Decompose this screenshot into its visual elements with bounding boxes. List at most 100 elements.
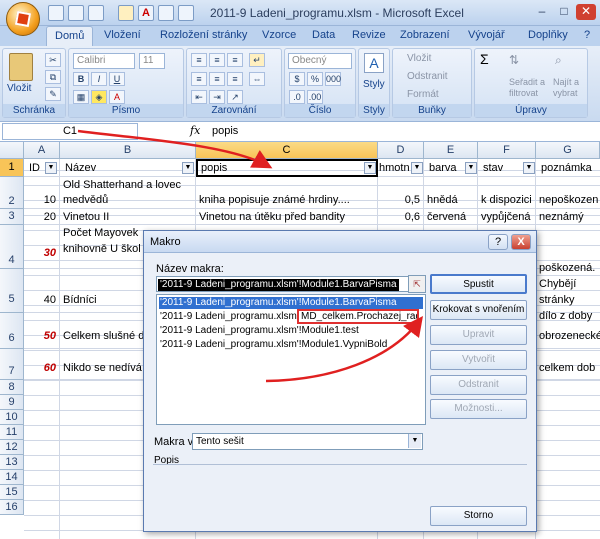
tab-vyvojar[interactable]: Vývojář bbox=[468, 29, 505, 41]
bold-button[interactable]: B bbox=[73, 72, 89, 86]
tab-zobrazeni[interactable]: Zobrazení bbox=[400, 29, 450, 41]
cell-b6[interactable]: Celkem slušné d bbox=[60, 330, 147, 342]
filter-dropdown-icon[interactable]: ▼ bbox=[411, 162, 423, 174]
paste-button[interactable]: Vložit bbox=[7, 83, 31, 94]
align-right-icon[interactable]: ≡ bbox=[227, 72, 243, 86]
cell-e1[interactable]: barva bbox=[426, 162, 460, 174]
step-into-button[interactable]: Krokovat s vnořením bbox=[430, 300, 527, 320]
cell-b4-line1[interactable]: Počet Mayovek bbox=[60, 227, 141, 239]
align-center-icon[interactable]: ≡ bbox=[209, 72, 225, 86]
formula-input[interactable]: popis bbox=[212, 125, 238, 137]
close-icon[interactable]: ✕ bbox=[576, 4, 596, 20]
zoom-icon[interactable] bbox=[158, 5, 174, 21]
tab-vzorce[interactable]: Vzorce bbox=[262, 29, 296, 41]
collapse-dialog-icon[interactable]: ⇱ bbox=[408, 275, 426, 293]
row-header[interactable]: 6 bbox=[0, 313, 24, 349]
run-button[interactable]: Spustit bbox=[430, 274, 527, 294]
cell-a1[interactable]: ID bbox=[26, 162, 43, 174]
cell-g5-line1[interactable]: stránky bbox=[536, 294, 600, 306]
cell-d3[interactable]: 0,6 bbox=[378, 211, 423, 223]
format-painter-icon[interactable]: ✎ bbox=[45, 87, 61, 101]
macro-record-icon[interactable] bbox=[118, 5, 134, 21]
cell-c2[interactable]: kniha popisuje známé hrdiny.... bbox=[196, 194, 377, 206]
tab-vlozeni[interactable]: Vložení bbox=[104, 29, 141, 41]
cell-g2[interactable]: nepoškozen bbox=[536, 194, 600, 206]
align-bottom-icon[interactable]: ≡ bbox=[227, 53, 243, 67]
tab-domu[interactable]: Domů bbox=[46, 26, 94, 46]
insert-cells-button[interactable]: Vložit bbox=[407, 53, 431, 64]
font-size-field[interactable]: 11 bbox=[139, 53, 165, 69]
name-box[interactable]: C1 bbox=[2, 123, 138, 140]
redo-icon[interactable] bbox=[88, 5, 104, 21]
cell-a2[interactable]: 10 bbox=[24, 194, 59, 206]
cell-e3[interactable]: červená bbox=[424, 211, 477, 223]
column-header-c[interactable]: C bbox=[196, 142, 378, 159]
cell-b5[interactable]: Bídníci bbox=[60, 294, 100, 306]
chevron-down-icon[interactable]: ▼ bbox=[408, 434, 421, 448]
macro-list-item[interactable]: '2011-9 Ladeni_programu.xlsm'!Module1.te… bbox=[159, 325, 423, 337]
cell-f1[interactable]: stav bbox=[480, 162, 506, 174]
macro-name-input[interactable]: '2011-9 Ladeni_programu.xlsm'!Module1.Ba… bbox=[156, 276, 409, 292]
filter-dropdown-icon[interactable]: ▼ bbox=[45, 162, 57, 174]
format-cells-button[interactable]: Formát bbox=[407, 89, 439, 100]
select-all-corner[interactable] bbox=[0, 142, 24, 159]
row-header[interactable]: 1 bbox=[0, 159, 24, 177]
border-icon[interactable]: ▦ bbox=[73, 90, 89, 104]
cancel-button[interactable]: Storno bbox=[430, 506, 527, 526]
sort-filter-button[interactable]: Seřadit a filtrovat bbox=[509, 77, 553, 99]
undo-icon[interactable] bbox=[68, 5, 84, 21]
cell-b4-line2[interactable]: knihovně U škol bbox=[60, 243, 144, 255]
column-header-b[interactable]: B bbox=[60, 142, 196, 159]
cell-g5-line2[interactable]: dílo z doby bbox=[536, 310, 600, 322]
macros-in-select[interactable]: Tento sešit bbox=[192, 433, 423, 450]
cell-c1[interactable]: popis bbox=[198, 162, 230, 174]
filter-dropdown-icon[interactable]: ▼ bbox=[364, 162, 376, 174]
paste-icon[interactable] bbox=[9, 53, 33, 81]
cell-e2[interactable]: hnědá bbox=[424, 194, 477, 206]
row-header[interactable]: 11 bbox=[0, 425, 24, 440]
dialog-close-button[interactable]: X bbox=[511, 234, 531, 250]
copy-icon[interactable]: ⧉ bbox=[45, 70, 61, 84]
cell-b3[interactable]: Vinetou II bbox=[60, 211, 112, 223]
filter-dropdown-icon[interactable]: ▼ bbox=[523, 162, 535, 174]
align-left-icon[interactable]: ≡ bbox=[191, 72, 207, 86]
cell-d2[interactable]: 0,5 bbox=[378, 194, 423, 206]
quick-access-icon[interactable] bbox=[178, 5, 194, 21]
macro-list[interactable]: '2011-9 Ladeni_programu.xlsm'!Module1.Ba… bbox=[156, 294, 426, 425]
help-icon[interactable]: ? bbox=[584, 29, 590, 41]
text-color-icon[interactable]: A bbox=[109, 90, 125, 104]
thousands-icon[interactable]: 000 bbox=[325, 72, 341, 86]
edit-button[interactable]: Upravit bbox=[430, 325, 527, 345]
font-name-field[interactable]: Calibri bbox=[73, 53, 135, 69]
save-icon[interactable] bbox=[48, 5, 64, 21]
column-header-d[interactable]: D bbox=[378, 142, 424, 159]
cell-a7[interactable]: 60 bbox=[24, 362, 59, 374]
sort-icon[interactable]: ⇅ bbox=[509, 53, 531, 71]
minimize-icon[interactable]: – bbox=[532, 4, 552, 20]
align-middle-icon[interactable]: ≡ bbox=[209, 53, 225, 67]
italic-button[interactable]: I bbox=[91, 72, 107, 86]
row-header[interactable]: 14 bbox=[0, 470, 24, 485]
cell-a4[interactable]: 30 bbox=[24, 247, 59, 259]
create-button[interactable]: Vytvořit bbox=[430, 350, 527, 370]
cell-a6[interactable]: 50 bbox=[24, 330, 59, 342]
wrap-text-icon[interactable]: ↵ bbox=[249, 53, 265, 67]
row-header[interactable]: 3 bbox=[0, 209, 24, 225]
row-header[interactable]: 7 bbox=[0, 349, 24, 380]
office-button[interactable] bbox=[6, 2, 40, 36]
cell-g3[interactable]: neznámý bbox=[536, 211, 600, 223]
row-header[interactable]: 13 bbox=[0, 455, 24, 470]
filter-dropdown-icon[interactable]: ▼ bbox=[465, 162, 477, 174]
decimal-decrease-icon[interactable]: .00 bbox=[307, 90, 323, 104]
indent-decrease-icon[interactable]: ⇤ bbox=[191, 90, 207, 104]
merge-icon[interactable]: ⇔ bbox=[249, 72, 265, 86]
macro-list-item[interactable]: '2011-9 Ladeni_programu.xlsm'!Module1.Vy… bbox=[159, 339, 423, 351]
indent-increase-icon[interactable]: ⇥ bbox=[209, 90, 225, 104]
cell-g6[interactable]: obrozenecké bbox=[536, 330, 600, 342]
delete-button[interactable]: Odstranit bbox=[430, 375, 527, 395]
find-select-button[interactable]: Najít a vybrat bbox=[553, 77, 589, 99]
styles-button[interactable]: Styly bbox=[363, 79, 385, 90]
options-button[interactable]: Možnosti... bbox=[430, 399, 527, 419]
cell-g4-line2[interactable]: Chybějí bbox=[536, 278, 600, 290]
align-top-icon[interactable]: ≡ bbox=[191, 53, 207, 67]
